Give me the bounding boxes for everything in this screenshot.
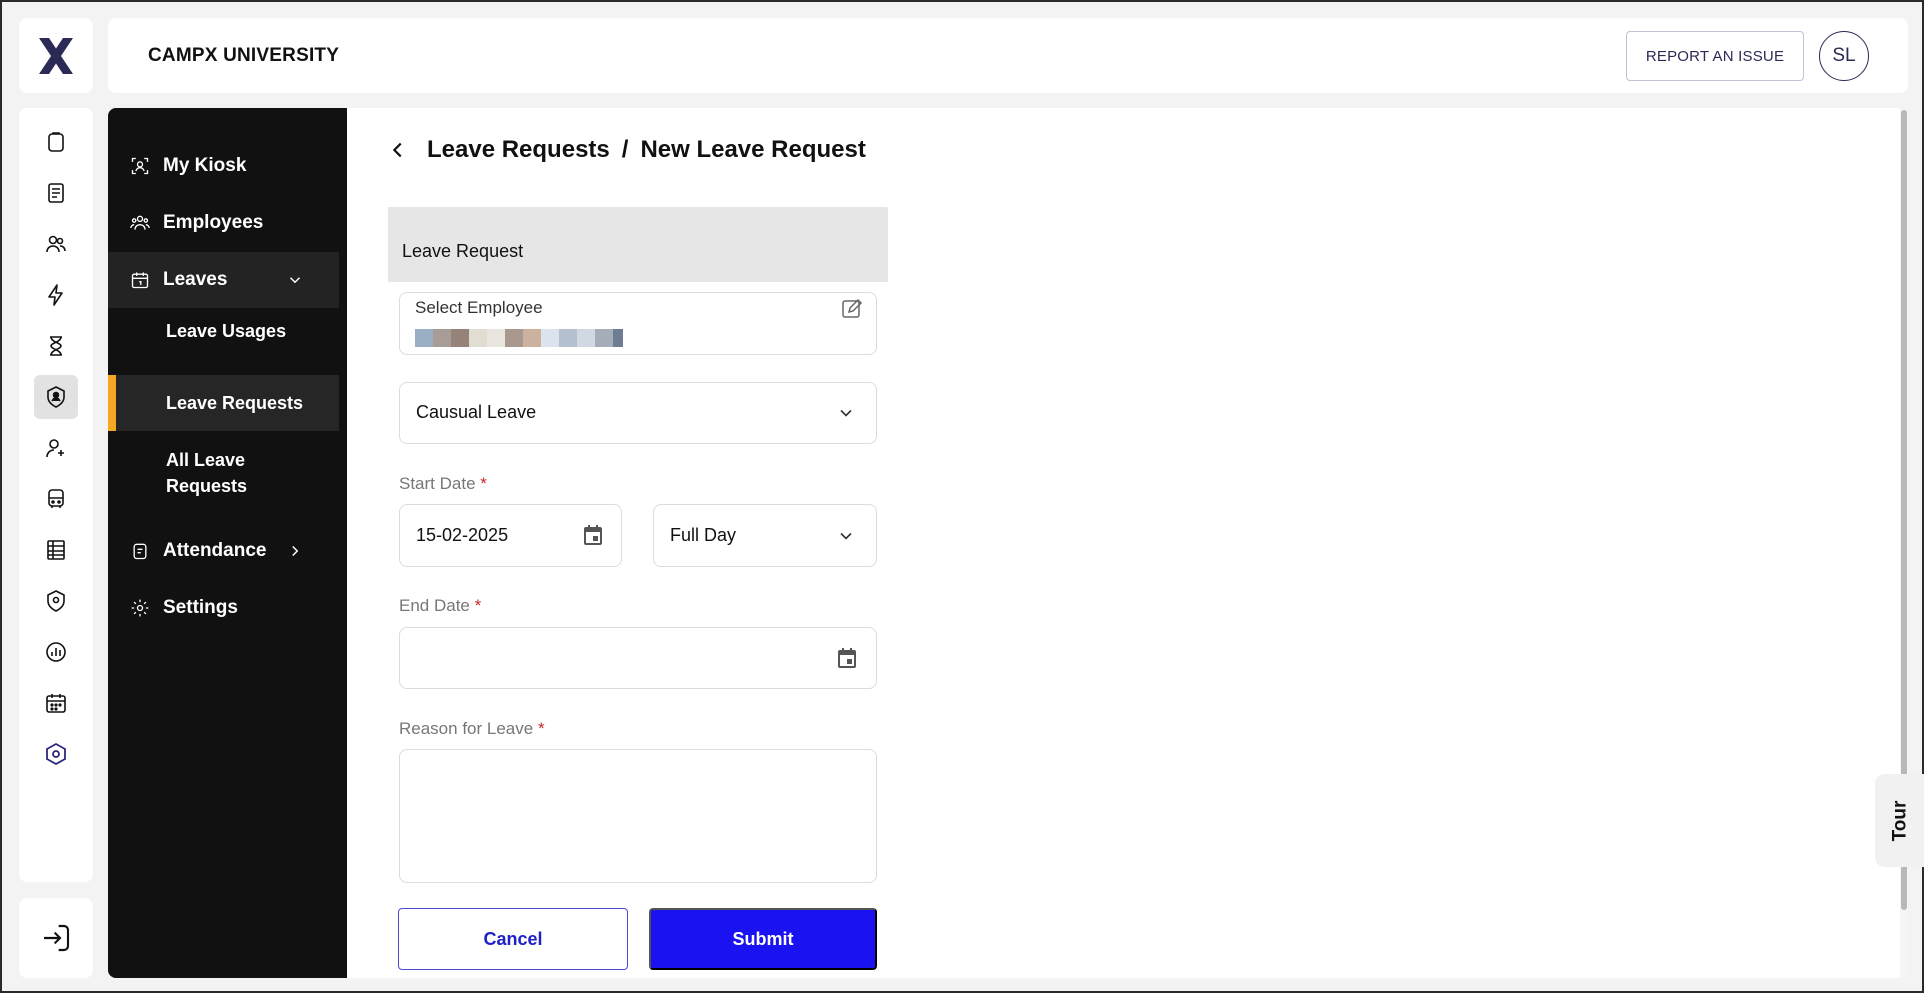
nav-attendance[interactable]: Attendance [108,523,339,579]
nav-settings[interactable]: Settings [108,580,339,636]
leave-type-select[interactable]: Causual Leave [399,382,877,444]
edit-icon[interactable] [840,297,864,321]
nav-label: Employees [163,212,264,233]
nav-leave-requests[interactable]: Leave Requests [108,375,339,431]
tour-label: Tour [1889,800,1911,841]
breadcrumb-parent[interactable]: Leave Requests [427,136,610,164]
nav-label: My Kiosk [163,155,247,176]
day-type-value: Full Day [670,525,737,545]
leave-type-value: Causual Leave [416,402,537,422]
chevron-down-icon [840,532,852,540]
nav-leave-usages[interactable]: Leave Usages [108,318,339,344]
nav-label-line2: Requests [166,476,248,496]
nav-label: Leave Requests [166,393,304,413]
employee-name-redacted [415,329,623,347]
day-type-select[interactable]: Full Day [653,504,877,567]
gear-icon [131,599,149,617]
lightning-icon[interactable] [34,273,78,317]
reason-label: Reason for Leave * [399,719,545,738]
logout-button[interactable] [19,898,93,978]
end-date-label: End Date * [399,596,482,615]
start-date-value: 15-02-2025 [416,525,509,545]
main-content: Leave Requests / New Leave Request Leave… [347,108,1908,978]
select-employee-field[interactable]: Select Employee [399,292,877,355]
module-rail [19,108,93,882]
chevron-right-icon [292,545,299,557]
nav-my-kiosk[interactable]: My Kiosk [108,138,339,194]
nav-label-line1: All Leave [166,450,246,470]
cancel-button[interactable]: Cancel [398,908,628,970]
start-date-input[interactable]: 15-02-2025 [399,504,622,567]
nav-leaves[interactable]: Leaves [108,252,339,308]
app-frame: CAMPX UNIVERSITY REPORT AN ISSUE SL My K… [0,0,1924,993]
form-title: Leave Request [402,241,524,261]
submit-button[interactable]: Submit [649,908,877,970]
users-icon[interactable] [34,222,78,266]
university-name: CAMPX UNIVERSITY [148,45,340,66]
logout-icon [44,924,70,952]
document-icon[interactable] [34,171,78,215]
bus-icon[interactable] [34,477,78,521]
select-employee-label: Select Employee [415,298,543,317]
location-shield-icon[interactable] [34,579,78,623]
chevron-down-icon [840,409,852,417]
report-issue-button[interactable]: REPORT AN ISSUE [1626,31,1804,81]
badge-user-icon[interactable] [34,375,78,419]
back-arrow-icon[interactable] [387,139,409,161]
hourglass-icon[interactable] [34,324,78,368]
attendance-icon [133,543,147,560]
hexagon-settings-icon[interactable] [34,732,78,776]
end-date-input[interactable] [399,627,877,689]
nav-employees[interactable]: Employees [108,195,339,251]
page-title: New Leave Request [640,136,866,163]
clipboard-icon[interactable] [34,120,78,164]
calendar-icon[interactable] [34,681,78,725]
breadcrumb: Leave Requests / New Leave Request [387,136,866,164]
logo-x-icon [39,37,73,74]
reason-textarea[interactable] [399,749,877,883]
user-add-icon[interactable] [34,426,78,470]
avatar[interactable]: SL [1819,31,1869,81]
tour-button[interactable]: Tour [1875,774,1924,867]
employees-icon [130,215,150,230]
top-header: CAMPX UNIVERSITY REPORT AN ISSUE SL [108,18,1908,93]
nav-label: Leave Usages [166,321,287,341]
calendar-icon[interactable] [581,523,605,547]
nav-label: Attendance [163,540,267,561]
calendar-icon [131,272,149,289]
side-navigation: My Kiosk Employees Leaves Leave Usages L… [108,108,347,978]
chevron-down-icon [289,277,301,284]
campx-logo[interactable] [19,18,93,93]
ledger-icon[interactable] [34,528,78,572]
nav-all-leave-requests[interactable]: All Leave Requests [108,447,339,499]
start-date-label: Start Date * [399,474,487,493]
calendar-icon[interactable] [835,646,859,670]
kiosk-icon [131,157,149,175]
nav-label: Settings [163,597,238,618]
form-header: Leave Request [388,207,888,282]
nav-label: Leaves [163,269,228,290]
leave-request-form: Leave Request Select Employee Causual Le… [388,207,888,978]
breadcrumb-separator: / [621,136,629,163]
stats-icon[interactable] [34,630,78,674]
